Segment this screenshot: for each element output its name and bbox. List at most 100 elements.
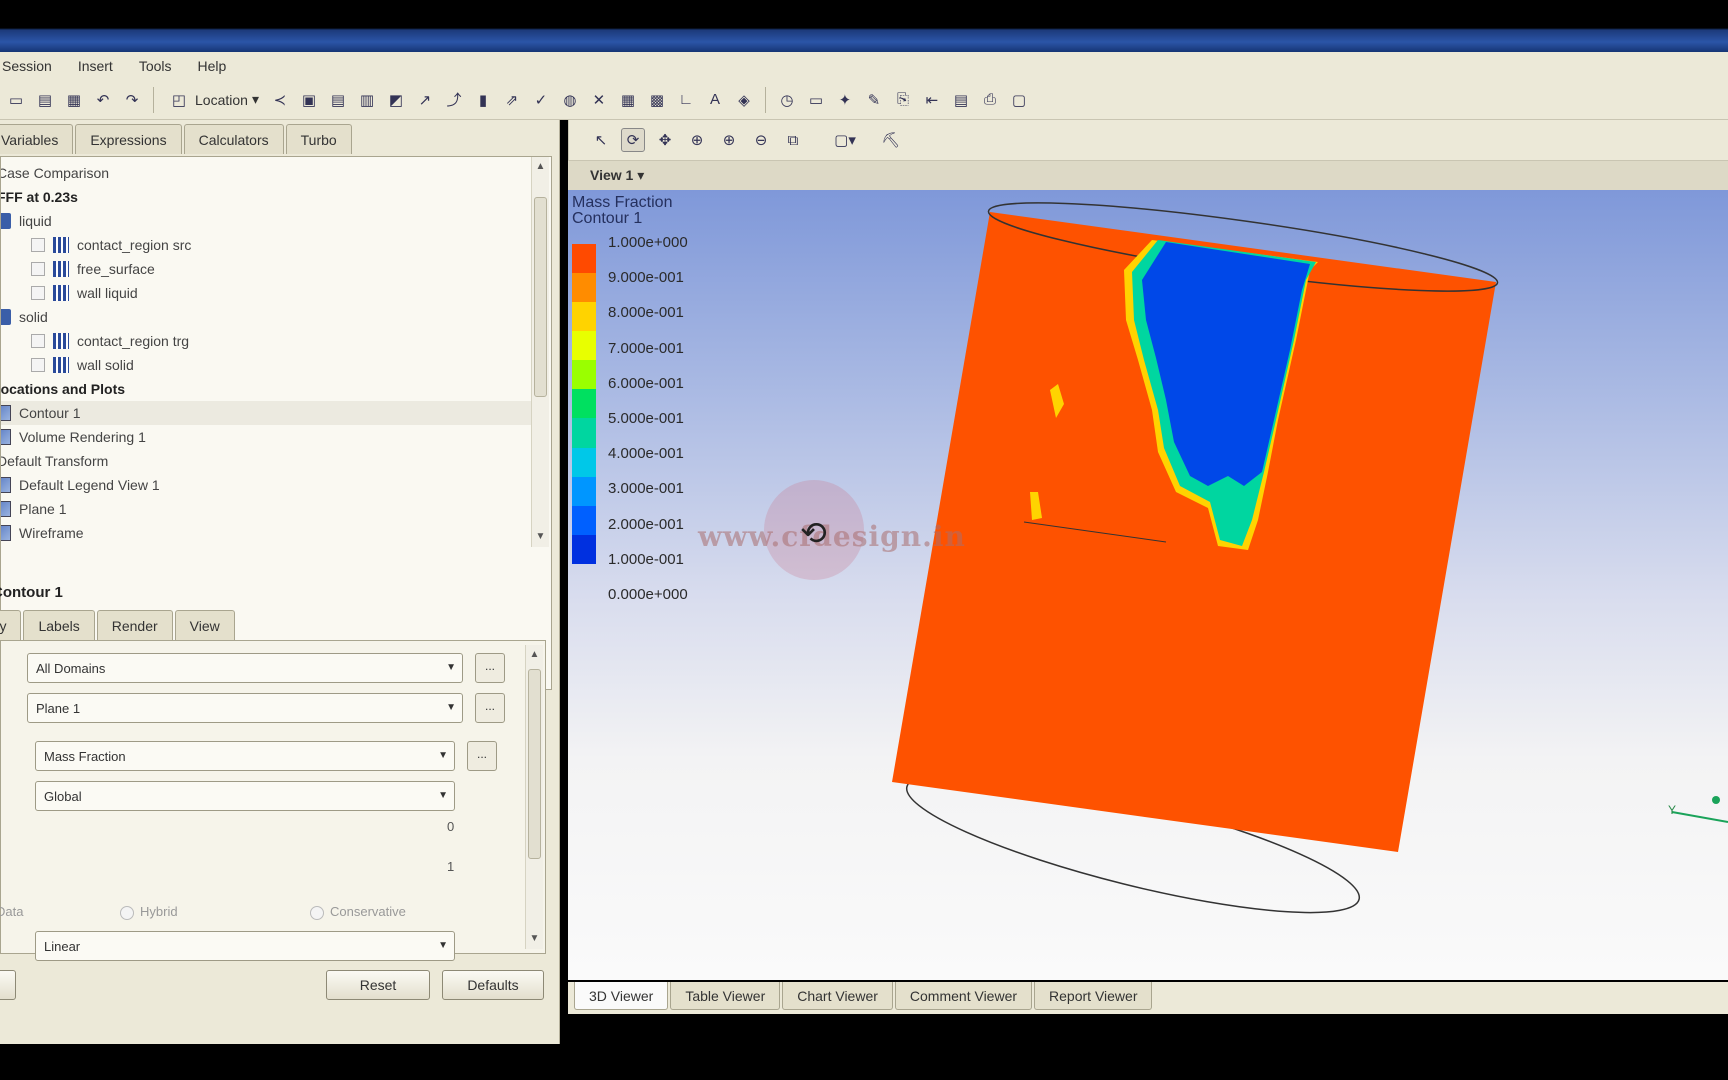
tree-item-boundary[interactable]: wall liquid [31, 281, 138, 305]
tree-item-boundary[interactable]: contact_region trg [31, 329, 189, 353]
scroll-up-icon[interactable]: ▲ [532, 159, 549, 175]
tab-expressions[interactable]: Expressions [75, 124, 182, 154]
import-icon[interactable]: ⇤ [920, 88, 944, 112]
scroll-up-icon[interactable]: ▲ [526, 647, 543, 663]
zoom-box-icon[interactable]: ⊕ [717, 128, 741, 152]
menu-insert[interactable]: Insert [78, 58, 113, 74]
streamline-icon[interactable]: ↗ [413, 88, 437, 112]
locations-select[interactable]: Plane 1 ▼ [27, 693, 463, 723]
scrollbar-thumb[interactable] [528, 669, 541, 859]
viewport-layout-icon[interactable]: ▢▾ [833, 128, 857, 152]
range-select[interactable]: Global ▼ [35, 781, 455, 811]
pan-icon[interactable]: ✥ [653, 128, 677, 152]
apply-button[interactable] [0, 970, 16, 1000]
text-icon[interactable]: A [703, 88, 727, 112]
chart-icon[interactable]: ▮ [471, 88, 495, 112]
visibility-checkbox[interactable] [31, 286, 45, 300]
tab-geometry[interactable]: Geometry [0, 610, 22, 640]
reset-button[interactable]: Reset [326, 970, 430, 1000]
save-icon[interactable]: ▦ [62, 88, 86, 112]
visibility-checkbox[interactable] [31, 262, 45, 276]
tab-labels[interactable]: Labels [23, 610, 95, 640]
plane-icon[interactable]: ▣ [297, 88, 321, 112]
visibility-checkbox[interactable] [31, 358, 45, 372]
tree-item-plane[interactable]: Plane 1 [1, 497, 66, 521]
pointer-icon[interactable]: ◩ [384, 88, 408, 112]
location-button[interactable]: ◰ Location ▾ [163, 88, 263, 112]
variable-more-button[interactable]: ... [467, 741, 497, 771]
export-icon[interactable]: ⎘ [891, 88, 915, 112]
volume-icon[interactable]: ▥ [355, 88, 379, 112]
scroll-down-icon[interactable]: ▼ [532, 529, 549, 545]
conservative-radio[interactable]: Conservative [310, 904, 406, 920]
visibility-checkbox[interactable] [31, 334, 45, 348]
tab-report-viewer[interactable]: Report Viewer [1034, 982, 1153, 1010]
redo-icon[interactable]: ↷ [120, 88, 144, 112]
new-file-icon[interactable]: ▭ [4, 88, 28, 112]
tree-item-boundary[interactable]: free_surface [31, 257, 155, 281]
scrollbar-thumb[interactable] [534, 197, 547, 397]
tree-item-volume-rendering[interactable]: Volume Rendering 1 [1, 425, 146, 449]
clock-icon[interactable]: ◷ [775, 88, 799, 112]
menu-help[interactable]: Help [198, 58, 227, 74]
print-icon[interactable]: ⎙ [978, 88, 1002, 112]
tree-item-boundary[interactable]: contact_region src [31, 233, 191, 257]
tab-view[interactable]: View [174, 610, 235, 640]
open-file-icon[interactable]: ▤ [33, 88, 57, 112]
axis-icon[interactable]: ∟ [674, 88, 698, 112]
tab-render[interactable]: Render [96, 610, 173, 640]
zoom-icon[interactable]: ⊕ [685, 128, 709, 152]
view-selector[interactable]: View 1 ▾ [590, 167, 644, 184]
menu-tools[interactable]: Tools [139, 58, 172, 74]
comment-icon[interactable]: ▤ [949, 88, 973, 112]
domains-select[interactable]: All Domains ▼ [27, 653, 463, 683]
vector-icon[interactable]: ⇗ [500, 88, 524, 112]
color-scale-select[interactable]: Linear ▼ [35, 931, 455, 961]
tree-item-boundary[interactable]: wall solid [31, 353, 134, 377]
tab-turbo[interactable]: Turbo [285, 124, 352, 154]
tree-scrollbar[interactable]: ▲ ▼ [531, 157, 549, 547]
isosurface-icon[interactable]: ▤ [326, 88, 350, 112]
tree-item-transform[interactable]: Default Transform [1, 449, 108, 473]
globe-icon[interactable]: ◍ [558, 88, 582, 112]
scroll-down-icon[interactable]: ▼ [526, 931, 543, 947]
clip-icon[interactable]: ✕ [587, 88, 611, 112]
tree-item-liquid[interactable]: liquid [1, 209, 52, 233]
zoom-out-icon[interactable]: ⊖ [749, 128, 773, 152]
probe-icon[interactable]: ✦ [833, 88, 857, 112]
tab-3d-viewer[interactable]: 3D Viewer [574, 982, 669, 1010]
details-scrollbar[interactable]: ▲ ▼ [525, 645, 543, 949]
connect-icon[interactable]: ≺ [268, 88, 292, 112]
select-icon[interactable]: ↖ [589, 128, 613, 152]
variable-select[interactable]: Mass Fraction ▼ [35, 741, 455, 771]
tab-calculators[interactable]: Calculators [183, 124, 284, 154]
undo-icon[interactable]: ↶ [91, 88, 115, 112]
3d-viewport[interactable]: Mass Fraction Contour 1 1.000e+000 9.000e… [568, 190, 1728, 980]
visibility-checkbox[interactable] [31, 238, 45, 252]
table-icon[interactable]: ▦ [616, 88, 640, 112]
grid-icon[interactable]: ▩ [645, 88, 669, 112]
hybrid-radio[interactable]: Hybrid [120, 904, 178, 920]
tree-item-legend-view[interactable]: Default Legend View 1 [1, 473, 160, 497]
rotate-icon[interactable]: ⟳ [621, 128, 645, 152]
menu-session[interactable]: Session [2, 58, 52, 74]
domains-more-button[interactable]: ... [475, 653, 505, 683]
contour-icon[interactable]: ✓ [529, 88, 553, 112]
tree-item-solid[interactable]: solid [1, 305, 48, 329]
legend-icon[interactable]: ◈ [732, 88, 756, 112]
particle-track-icon[interactable]: ⤴ [442, 88, 466, 112]
tree-item-case-comparison[interactable]: Case Comparison [1, 161, 109, 185]
locations-more-button[interactable]: ... [475, 693, 505, 723]
probe-icon[interactable]: ⛏ [879, 128, 903, 152]
tree-item-wireframe[interactable]: Wireframe [1, 521, 84, 545]
defaults-button[interactable]: Defaults [442, 970, 544, 1000]
tree-item-contour[interactable]: Contour 1 [1, 401, 531, 425]
tab-comment-viewer[interactable]: Comment Viewer [894, 982, 1033, 1010]
fit-view-icon[interactable]: ⧉ [781, 128, 805, 152]
screen-icon[interactable]: ▭ [804, 88, 828, 112]
tab-chart-viewer[interactable]: Chart Viewer [782, 982, 893, 1010]
tree-item-user-locations[interactable]: User Locations and Plots [1, 377, 125, 401]
pen-icon[interactable]: ✎ [862, 88, 886, 112]
tree-item-case[interactable]: FFF at 0.23s [1, 185, 78, 209]
report-icon[interactable]: ▢ [1007, 88, 1031, 112]
